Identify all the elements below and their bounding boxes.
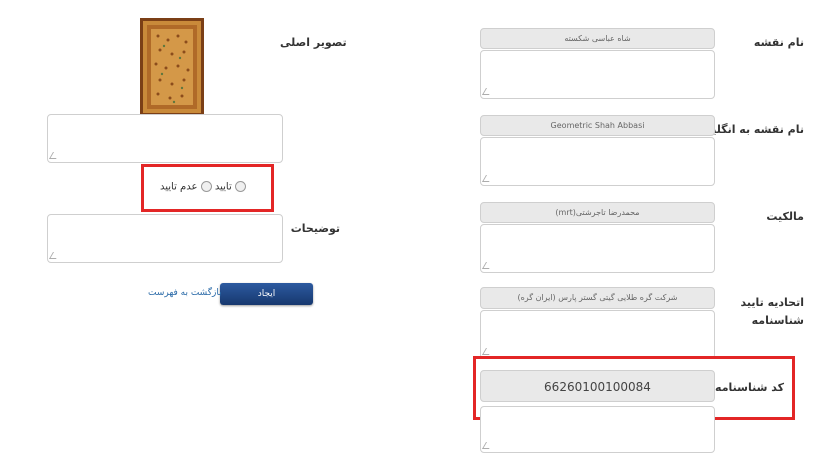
design-name-field: شاه عباسی شکسته [480,28,715,49]
approve-radio[interactable] [234,181,246,192]
certificate-code-field: 66260100100084 [480,370,715,402]
design-name-label: نام نقشه [753,36,804,49]
image-caption-textarea[interactable] [47,114,283,163]
back-to-list-link[interactable]: بازگشت به فهرست [148,288,222,298]
reject-radio[interactable] [200,181,212,192]
reject-label: عدم تایید [160,181,198,193]
carpet-image [140,18,204,116]
approval-radio-group: تایید عدم تایید [160,181,246,193]
owner-label: مالکیت [766,210,804,223]
certificate-union-textarea[interactable] [480,310,715,359]
owner-textarea[interactable] [480,224,715,273]
certificate-union-field: شرکت گره طلایی گیتی گستر پارس (ایران گره… [480,287,715,309]
owner-field: محمدرضا تاجرشتی(mrt) [480,202,715,223]
design-name-en-textarea[interactable] [480,137,715,186]
certificate-code-textarea[interactable] [480,406,715,453]
certificate-union-label: اتحادیه تایید شناسنامه [740,296,804,327]
description-textarea[interactable] [47,214,283,263]
original-image-label: تصویر اصلی [280,36,347,49]
certificate-code-label: کد شناسنامه [715,381,784,394]
approve-label: تایید [214,181,232,193]
design-name-en-field: Geometric Shah Abbasi [480,115,715,136]
create-button[interactable]: ایجاد [220,283,313,305]
design-name-textarea[interactable] [480,50,715,99]
